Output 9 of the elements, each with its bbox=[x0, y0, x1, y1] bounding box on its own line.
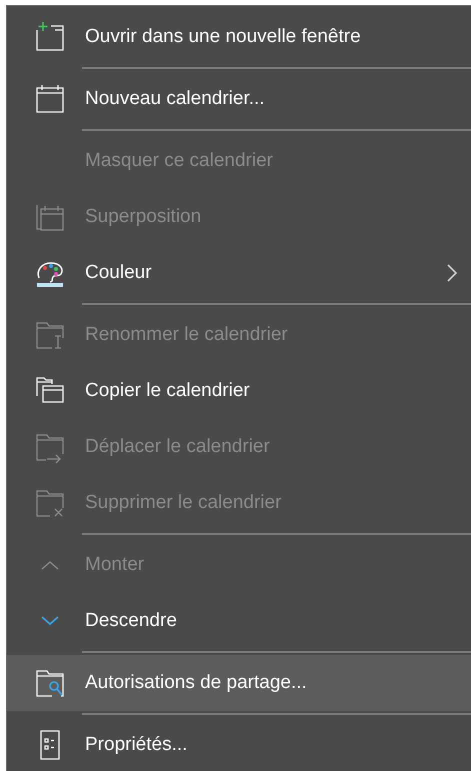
menu-item[interactable]: Couleur bbox=[7, 245, 471, 301]
menu-item[interactable]: Copier le calendrier bbox=[7, 363, 471, 419]
menu-item[interactable]: Nouveau calendrier... bbox=[7, 71, 471, 127]
chevron-up-icon bbox=[41, 560, 59, 570]
chevron-down-icon bbox=[41, 616, 59, 626]
menu-item[interactable]: Descendre bbox=[7, 593, 471, 649]
menu-item[interactable]: Ouvrir dans une nouvelle fenêtre bbox=[7, 9, 471, 65]
menu-item[interactable]: Autorisations de partage... bbox=[7, 655, 471, 711]
menu-item[interactable]: Propriétés... bbox=[7, 717, 471, 771]
